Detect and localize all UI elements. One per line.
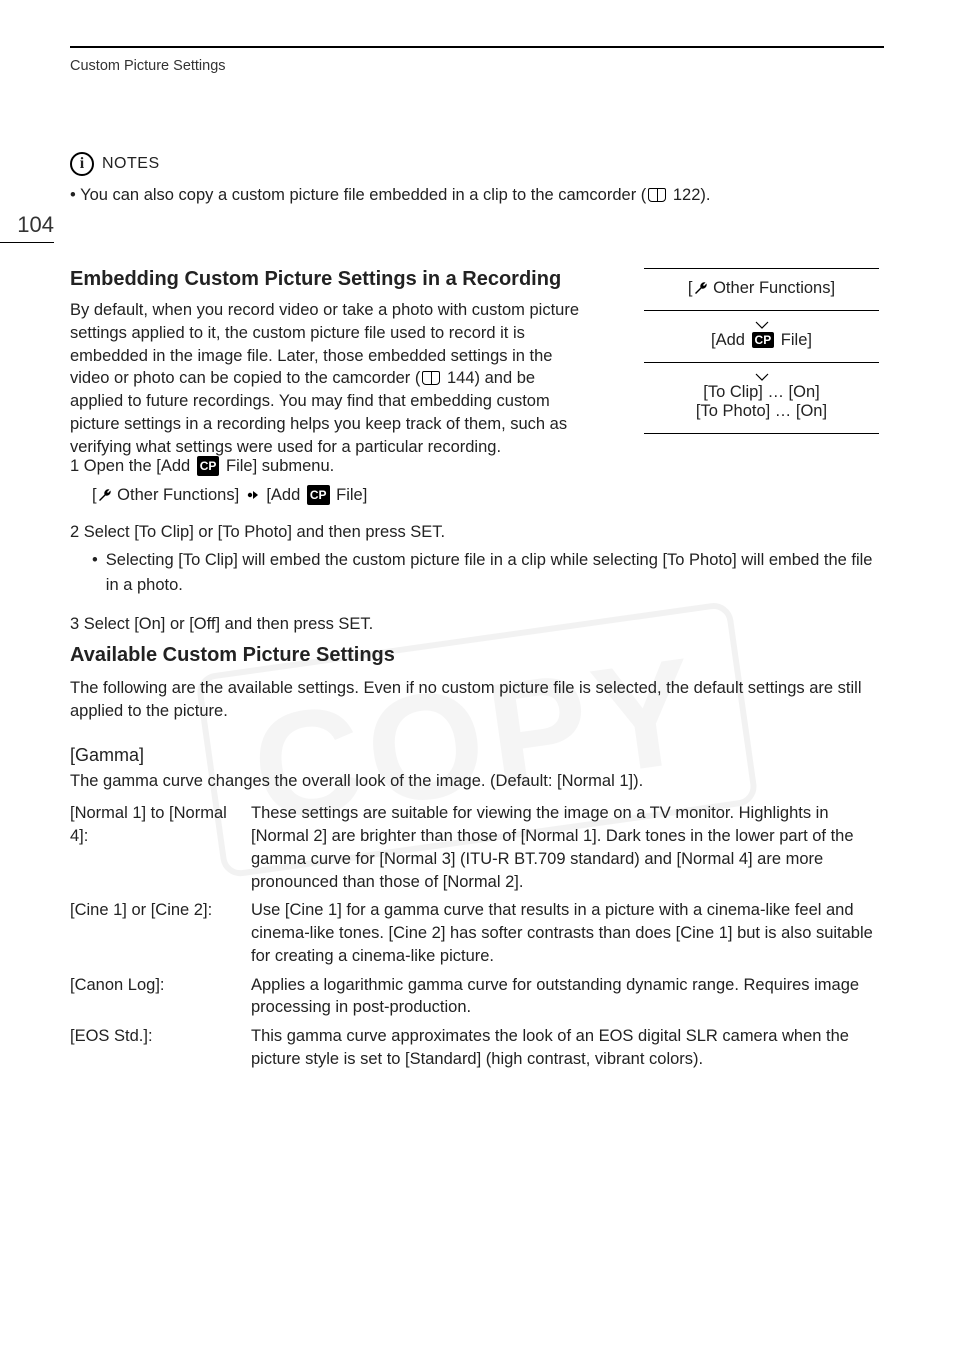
menu-row3a: [To Clip] … [On] [648,383,875,402]
def-row: [EOS Std.]: This gamma curve approximate… [70,1025,884,1071]
notes-bullet: • You can also copy a custom picture fil… [70,184,884,207]
notes-text-post: ). [700,186,710,204]
step-3: 3 Select [On] or [Off] and then press SE… [70,612,884,637]
page-number-rule [0,242,54,243]
step-1-sub: [ Other Functions] [Add CP File] [92,483,884,510]
step1-sub-post: File] [332,486,368,504]
menu-row-3: [To Clip] … [On] [To Photo] … [On] [644,362,879,434]
available-intro: The following are the available settings… [70,677,884,723]
step-2: 2 Select [To Clip] or [To Photo] and the… [70,520,884,545]
notes-text-pre: You can also copy a custom picture file … [80,186,646,204]
step1-post: File] submenu. [221,457,334,475]
page-number: 104 [0,212,54,238]
def-row: [Cine 1] or [Cine 2]: Use [Cine 1] for a… [70,899,884,967]
notes-page-ref: 122 [673,186,701,204]
def-row: [Normal 1] to [Normal 4]: These settings… [70,802,884,893]
step1-sub-mid2: [Add [262,486,305,504]
wrench-icon [97,486,113,502]
def-term: [Canon Log]: [70,974,245,1020]
gamma-body: The gamma curve changes the overall look… [70,770,884,793]
step-2-bullet: • Selecting [To Clip] will embed the cus… [92,548,884,598]
menu-row2-pre: [Add [711,331,750,349]
gamma-heading: [Gamma] [70,745,884,766]
notes-label: NOTES [102,155,160,173]
breadcrumb-arrow-icon [246,485,260,510]
def-term: [Normal 1] to [Normal 4]: [70,802,245,893]
info-icon: i [70,152,94,176]
def-desc: These settings are suitable for viewing … [251,802,884,893]
available-heading: Available Custom Picture Settings [70,644,884,667]
book-icon [648,188,666,202]
chevron-down-icon [755,373,769,381]
embedding-paragraph: By default, when you record video or tak… [70,299,592,458]
section-embedding: Embedding Custom Picture Settings in a R… [70,268,592,458]
section-available: Available Custom Picture Settings The fo… [70,644,884,1071]
page-number-block: 104 [0,212,54,243]
def-term: [EOS Std.]: [70,1025,245,1071]
cp-icon: CP [307,485,330,505]
header-section-label: Custom Picture Settings [70,58,226,74]
menu-row-1: [ Other Functions] [644,268,879,310]
cp-icon: CP [197,456,220,476]
wrench-icon [693,280,709,296]
embedding-heading: Embedding Custom Picture Settings in a R… [70,268,592,291]
step1-sub-mid1: Other Functions] [113,486,244,504]
menu-row2-post: File] [776,331,812,349]
def-term: [Cine 1] or [Cine 2]: [70,899,245,967]
notes-block: i NOTES • You can also copy a custom pic… [70,152,884,207]
def-row: [Canon Log]: Applies a logarithmic gamma… [70,974,884,1020]
cp-icon: CP [752,332,775,348]
menu-row-2: [Add CP File] [644,310,879,362]
bullet-dot: • [70,186,76,204]
notes-heading: i NOTES [70,152,884,176]
steps-block: 1 Open the [Add CP File] submenu. [ Othe… [70,454,884,637]
embed-para-ref: 144 [447,369,475,387]
def-desc: Use [Cine 1] for a gamma curve that resu… [251,899,884,967]
chevron-down-icon [755,321,769,329]
def-desc: This gamma curve approximates the look o… [251,1025,884,1071]
def-desc: Applies a logarithmic gamma curve for ou… [251,974,884,1020]
page: COPY Custom Picture Settings 104 i NOTES… [0,0,954,1348]
book-icon [422,371,440,385]
bullet-dot: • [92,548,98,598]
menu-path-box: [ Other Functions] [Add CP File] [To Cli… [644,268,879,434]
menu-row1-label: Other Functions] [709,279,836,297]
step1-pre: 1 Open the [Add [70,457,195,475]
step-2-bullet-text: Selecting [To Clip] will embed the custo… [106,548,884,598]
gamma-definitions: [Normal 1] to [Normal 4]: These settings… [70,802,884,1070]
top-rule [70,46,884,48]
menu-row3b: [To Photo] … [On] [648,402,875,421]
step-1: 1 Open the [Add CP File] submenu. [70,454,884,479]
